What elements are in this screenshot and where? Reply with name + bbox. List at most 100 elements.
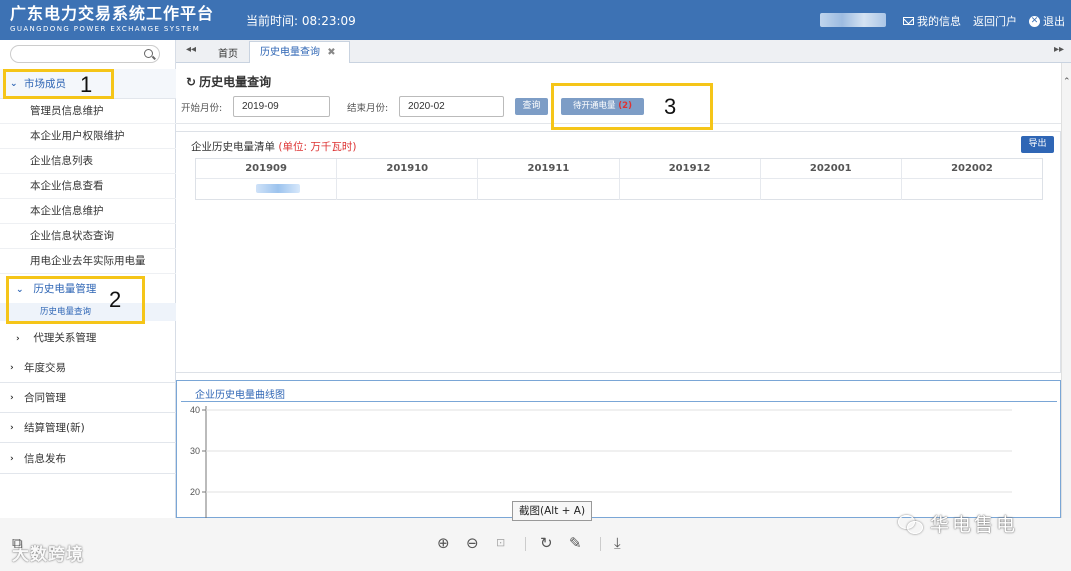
sidebar-section-annual-trade[interactable]: › 年度交易	[0, 353, 176, 383]
zoom-in-icon[interactable]: ⊕	[437, 534, 450, 552]
brand-subtitle: GUANGDONG POWER EXCHANGE SYSTEM	[10, 25, 201, 33]
scroll-up-icon[interactable]: ⌃	[1063, 77, 1071, 87]
watermark-right-text: 华电售电	[930, 514, 1019, 536]
column-header[interactable]: 201910	[337, 159, 479, 178]
table-header-row: 201909 201910 201911 201912 202001 20200…	[196, 159, 1042, 179]
agency-management-label: 代理关系管理	[33, 332, 97, 344]
sidebar-item-user-permissions[interactable]: 本企业用户权限维护	[0, 124, 176, 149]
column-header[interactable]: 201909	[196, 159, 338, 178]
vertical-scrollbar[interactable]: ⌃	[1061, 63, 1071, 518]
window-icon[interactable]: ⧉	[12, 534, 23, 552]
table-cell	[620, 179, 761, 200]
history-list-unit: (单位: 万千瓦时)	[278, 141, 357, 153]
zoom-out-icon[interactable]: ⊖	[466, 534, 479, 552]
brand-logo: 广东电力交易系统工作平台 GUANGDONG POWER EXCHANGE SY…	[10, 5, 214, 34]
history-list-title: 企业历史电量清单 (单位: 万千瓦时)	[191, 139, 356, 154]
annotation-box-2	[6, 276, 145, 324]
chevron-right-icon: ›	[10, 392, 14, 403]
tab-scroll-right-icon[interactable]: ▸▸	[1054, 44, 1064, 55]
annotation-number: 3	[664, 94, 677, 119]
sidebar-item-admin-info[interactable]: 管理员信息维护	[0, 99, 176, 124]
export-button[interactable]: 导出	[1021, 136, 1054, 153]
chevron-right-icon: ›	[16, 334, 20, 344]
sidebar-section-info-publish[interactable]: › 信息发布	[0, 444, 176, 474]
sidebar-section-settlement[interactable]: › 结算管理(新)	[0, 413, 176, 443]
y-tick-label: 20	[190, 487, 200, 497]
current-time-value: 08:23:09	[301, 14, 356, 28]
tab-scroll-left-icon[interactable]: ◂◂	[186, 44, 196, 55]
column-header[interactable]: 201911	[478, 159, 620, 178]
main-panel: ↻ 历史电量查询 开始月份: 2019-09 结束月份: 2020-02 查询 …	[176, 63, 1061, 519]
chevron-right-icon: ›	[10, 453, 14, 464]
table-cell	[196, 179, 338, 200]
page-title-text: 历史电量查询	[199, 75, 272, 89]
top-header: 广东电力交易系统工作平台 GUANGDONG POWER EXCHANGE SY…	[0, 0, 1071, 40]
history-table: 201909 201910 201911 201912 202001 20200…	[195, 158, 1043, 200]
actual-size-icon[interactable]: ⊡	[496, 534, 505, 552]
y-tick-label: 40	[190, 405, 200, 415]
column-header[interactable]: 202002	[902, 159, 1042, 178]
table-row	[196, 179, 1042, 200]
sidebar-item-company-list[interactable]: 企业信息列表	[0, 149, 176, 174]
sidebar-item-agency-management[interactable]: › 代理关系管理	[0, 326, 176, 350]
rotate-icon[interactable]: ↻	[540, 534, 553, 552]
column-header[interactable]: 201912	[620, 159, 761, 178]
query-button[interactable]: 查询	[515, 98, 548, 115]
sidebar-item-company-status[interactable]: 企业信息状态查询	[0, 224, 176, 249]
table-cell	[478, 179, 620, 200]
chart-title: 企业历史电量曲线图	[195, 390, 285, 401]
annotation-number: 1	[80, 72, 93, 97]
brand-title: 广东电力交易系统工作平台	[10, 4, 215, 23]
start-month-label: 开始月份:	[181, 103, 223, 114]
screenshot-tooltip: 截图(Alt + A)	[512, 501, 593, 521]
tab-history-query-label: 历史电量查询	[260, 47, 320, 58]
annotation-box-3	[551, 83, 713, 130]
end-month-input[interactable]: 2020-02	[399, 96, 504, 117]
tab-bar: ◂◂ 首页 历史电量查询 ✖ ▸▸	[176, 40, 1071, 63]
sidebar-item-company-view[interactable]: 本企业信息查看	[0, 174, 176, 199]
logout-link[interactable]: ✕ 退出	[1029, 13, 1065, 29]
y-tick-label: 30	[190, 446, 200, 456]
blurred-username	[820, 13, 886, 27]
chart-title-underline	[181, 401, 1057, 402]
toolbar-divider	[525, 537, 526, 551]
sidebar-section-label: 结算管理(新)	[24, 422, 85, 434]
return-portal-label: 返回门户	[973, 15, 1017, 28]
sidebar-section-contracts[interactable]: › 合同管理	[0, 383, 176, 413]
table-cell	[902, 179, 1042, 200]
column-header[interactable]: 202001	[761, 159, 902, 178]
sidebar-section-label: 信息发布	[24, 453, 66, 465]
toolbar-divider	[600, 537, 601, 551]
tab-history-query[interactable]: 历史电量查询 ✖	[249, 41, 350, 63]
search-icon[interactable]	[144, 49, 153, 58]
table-cell	[337, 179, 479, 200]
blurred-value	[256, 184, 300, 193]
sidebar-search-input[interactable]	[10, 45, 160, 63]
start-month-input[interactable]: 2019-09	[233, 96, 330, 117]
chevron-right-icon: ›	[10, 422, 14, 433]
wechat-icon	[898, 514, 924, 534]
header-links: 我的信息 返回门户 ✕ 退出	[903, 13, 1065, 29]
history-chart-panel: 企业历史电量曲线图 40 30 20	[176, 380, 1061, 519]
refresh-icon[interactable]: ↻	[186, 75, 196, 89]
return-portal-link[interactable]: 返回门户	[973, 13, 1017, 29]
envelope-icon	[903, 17, 914, 25]
logout-label: 退出	[1043, 15, 1065, 28]
tab-close-icon[interactable]: ✖	[327, 47, 335, 58]
history-line-chart: 40 30 20	[190, 405, 1012, 519]
sidebar-section-label: 年度交易	[24, 362, 66, 374]
page-title: ↻ 历史电量查询	[186, 73, 271, 90]
edit-pencil-icon[interactable]: ✎	[569, 534, 582, 552]
chevron-right-icon: ›	[10, 362, 14, 373]
current-time: 当前时间: 08:23:09	[246, 12, 356, 29]
current-time-label: 当前时间:	[246, 14, 299, 28]
tab-home[interactable]: 首页	[218, 45, 238, 60]
my-messages-link[interactable]: 我的信息	[903, 13, 961, 29]
sidebar-section-label: 合同管理	[24, 392, 66, 404]
sidebar-item-last-year-usage[interactable]: 用电企业去年实际用电量	[0, 249, 176, 274]
watermark-right: 华电售电	[898, 510, 1018, 537]
history-list-panel: 企业历史电量清单 (单位: 万千瓦时) 导出 201909 201910 201…	[176, 131, 1061, 373]
history-list-title-text: 企业历史电量清单	[191, 141, 275, 153]
sidebar-item-company-edit[interactable]: 本企业信息维护	[0, 199, 176, 224]
download-icon[interactable]: ⤓	[614, 534, 621, 552]
